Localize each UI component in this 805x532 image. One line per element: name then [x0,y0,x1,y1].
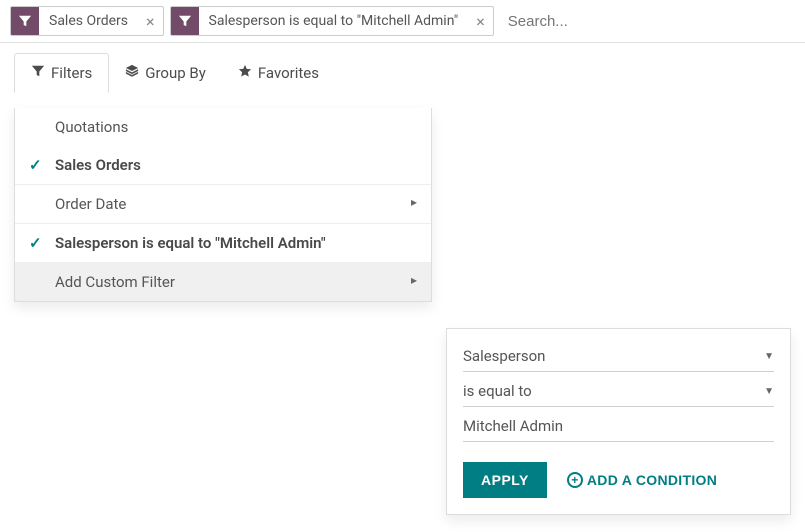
search-bar: Sales Orders × Salesperson is equal to "… [0,0,805,43]
chevron-down-icon: ▼ [764,386,774,397]
tab-label: Filters [51,64,92,82]
pill-label: Salesperson is equal to "Mitchell Admin" [199,13,469,29]
filter-option-salesperson[interactable]: Salesperson is equal to "Mitchell Admin" [15,224,431,263]
custom-filter-panel: Salesperson ▼ is equal to ▼ Mitchell Adm… [446,328,791,515]
filter-option-quotations[interactable]: Quotations [15,108,431,146]
button-label: ADD A CONDITION [587,472,717,488]
control-tabs: Filters Group By Favorites [0,43,805,93]
funnel-icon [171,7,199,35]
funnel-icon [11,7,39,35]
filter-option-add-custom[interactable]: Add Custom Filter [15,263,431,301]
close-icon[interactable]: × [138,12,163,31]
layers-icon [125,64,139,82]
chevron-down-icon: ▼ [764,351,774,362]
tab-groupby[interactable]: Group By [109,54,222,92]
filter-option-order-date[interactable]: Order Date [15,185,431,224]
custom-filter-field-select[interactable]: Salesperson ▼ [463,343,774,372]
filter-pill-sales-orders[interactable]: Sales Orders × [10,6,164,36]
filter-option-sales-orders[interactable]: Sales Orders [15,146,431,185]
star-icon [238,64,252,82]
add-condition-button[interactable]: + ADD A CONDITION [567,472,717,488]
apply-button[interactable]: APPLY [463,462,547,498]
funnel-icon [31,64,45,82]
tab-label: Group By [145,64,206,82]
pill-label: Sales Orders [39,13,138,29]
filter-pill-salesperson[interactable]: Salesperson is equal to "Mitchell Admin"… [170,6,494,36]
plus-circle-icon: + [567,472,583,488]
custom-filter-value-input[interactable]: Mitchell Admin [463,413,774,442]
filters-dropdown: Quotations Sales Orders Order Date Sales… [14,108,432,302]
close-icon[interactable]: × [468,12,493,31]
tab-favorites[interactable]: Favorites [222,54,335,92]
search-input[interactable] [500,7,795,36]
select-value: is equal to [463,382,532,400]
custom-filter-actions: APPLY + ADD A CONDITION [463,462,774,498]
tab-label: Favorites [258,64,319,82]
custom-filter-operator-select[interactable]: is equal to ▼ [463,378,774,407]
tab-filters[interactable]: Filters [14,53,109,93]
select-value: Salesperson [463,347,545,365]
